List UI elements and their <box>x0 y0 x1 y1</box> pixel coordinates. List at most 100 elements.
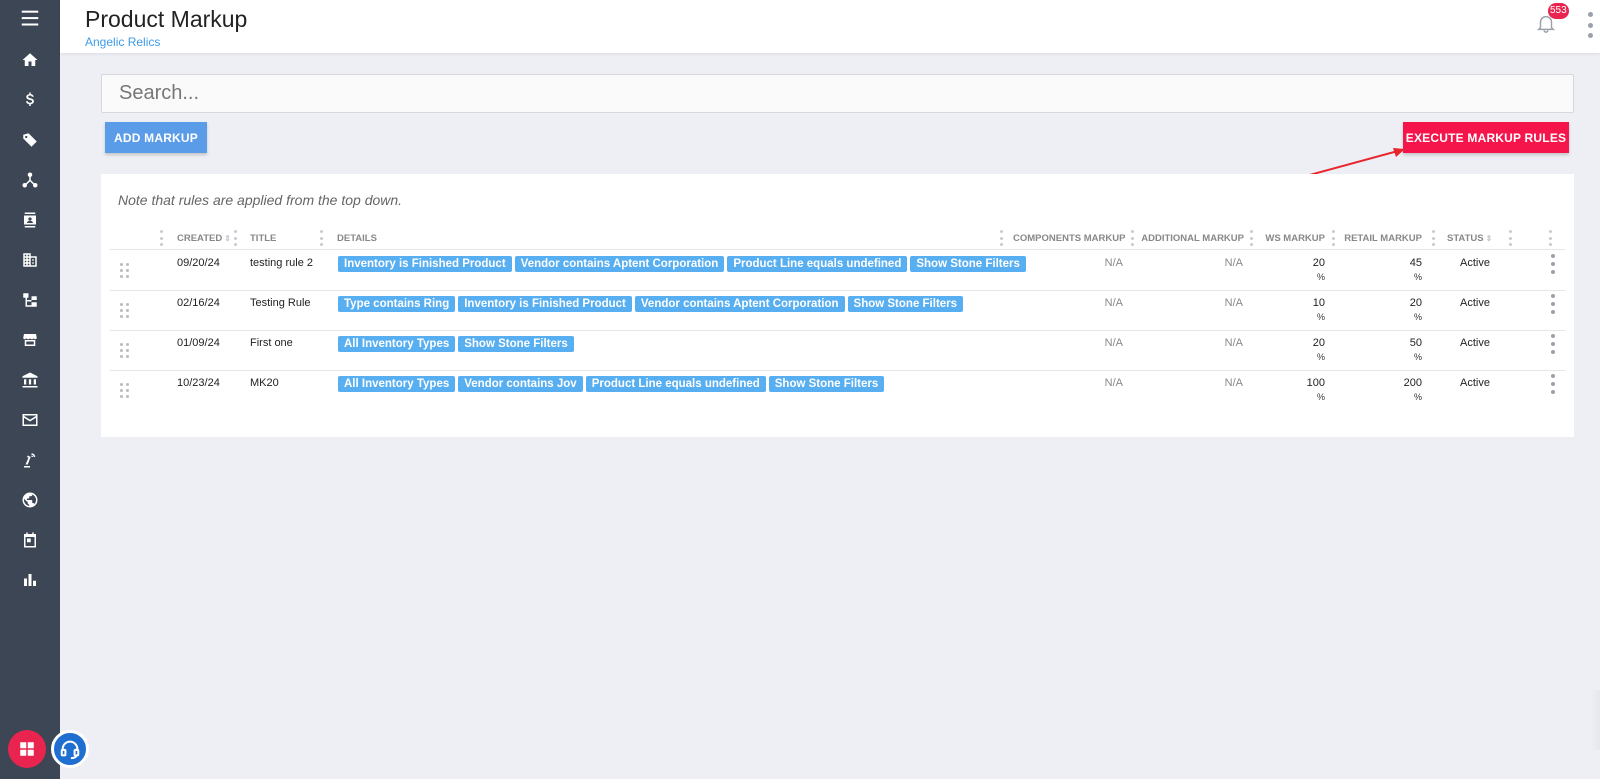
column-header-status[interactable]: STATUS ⇕ <box>1447 233 1492 244</box>
cell-components-markup: N/A <box>1104 337 1123 349</box>
cell-ws-markup: 20 <box>1312 337 1325 349</box>
row-menu-icon[interactable] <box>1548 374 1558 394</box>
column-resize-handle[interactable] <box>1131 230 1135 246</box>
rule-tag[interactable]: Show Stone Filters <box>910 256 1026 272</box>
column-header-components-markup[interactable]: COMPONENTS MARKUP <box>1013 233 1125 244</box>
search-input[interactable] <box>101 74 1574 113</box>
cell-additional-markup: N/A <box>1224 257 1243 269</box>
cell-details: All Inventory Types Vendor contains Jov … <box>338 376 885 392</box>
rule-tag[interactable]: Product Line equals undefined <box>585 376 766 392</box>
sort-icon: ⇕ <box>1485 233 1493 243</box>
building-icon[interactable] <box>0 245 60 275</box>
rule-tag[interactable]: All Inventory Types <box>338 336 456 352</box>
cell-created: 09/20/24 <box>177 257 220 269</box>
cell-title: Testing Rule <box>250 297 311 309</box>
rule-tag[interactable]: Show Stone Filters <box>847 296 964 312</box>
add-markup-button[interactable]: ADD MARKUP <box>105 122 207 153</box>
more-options-icon[interactable] <box>1580 10 1600 40</box>
calendar-icon[interactable] <box>0 525 60 555</box>
cell-details: All Inventory Types Show Stone Filters <box>338 336 574 352</box>
cell-retail-unit: % <box>1413 352 1422 362</box>
column-header-details[interactable]: DETAILS <box>337 233 377 244</box>
network-icon[interactable] <box>0 165 60 195</box>
rule-tag[interactable]: Inventory is Finished Product <box>458 296 632 312</box>
page-scroll-edge <box>1591 690 1600 750</box>
cell-title: MK20 <box>250 377 279 389</box>
drag-handle-icon[interactable] <box>120 343 130 358</box>
column-resize-handle[interactable] <box>1509 230 1513 246</box>
column-resize-handle[interactable] <box>160 230 164 246</box>
bar-chart-icon[interactable] <box>0 565 60 595</box>
cell-title: testing rule 2 <box>250 257 313 269</box>
column-resize-handle[interactable] <box>1250 230 1254 246</box>
column-header-retail-markup[interactable]: RETAIL MARKUP <box>1341 233 1422 244</box>
cell-details: Inventory is Finished Product Vendor con… <box>338 256 1026 272</box>
rule-tag[interactable]: Product Line equals undefined <box>727 256 908 272</box>
cell-created: 02/16/24 <box>177 297 220 309</box>
cell-additional-markup: N/A <box>1224 297 1243 309</box>
sidebar <box>0 0 60 779</box>
drag-handle-icon[interactable] <box>120 303 130 318</box>
apps-icon <box>20 742 34 756</box>
row-menu-icon[interactable] <box>1548 254 1558 274</box>
row-menu-icon[interactable] <box>1548 294 1558 314</box>
column-resize-handle[interactable] <box>1549 230 1553 246</box>
cell-retail-markup: 45 <box>1409 257 1422 269</box>
tags-icon[interactable] <box>0 125 60 155</box>
column-resize-handle[interactable] <box>1432 230 1436 246</box>
cell-title: First one <box>250 337 293 349</box>
cell-ws-unit: % <box>1316 392 1325 402</box>
column-resize-handle[interactable] <box>1000 230 1004 246</box>
rule-tag[interactable]: Inventory is Finished Product <box>338 256 512 272</box>
drag-handle-icon[interactable] <box>120 383 130 398</box>
markup-rules-table: Note that rules are applied from the top… <box>101 174 1574 437</box>
rule-tag[interactable]: Show Stone Filters <box>458 336 574 352</box>
cell-ws-unit: % <box>1316 272 1325 282</box>
column-resize-handle[interactable] <box>320 230 324 246</box>
mail-icon[interactable] <box>0 405 60 435</box>
column-header-created[interactable]: CREATED ⇕ <box>177 233 231 244</box>
column-header-additional-markup[interactable]: ADDITIONAL MARKUP <box>1137 233 1244 244</box>
cell-retail-unit: % <box>1413 392 1422 402</box>
apps-button[interactable] <box>8 730 46 768</box>
row-divider <box>110 249 1565 250</box>
cell-additional-markup: N/A <box>1224 337 1243 349</box>
drag-handle-icon[interactable] <box>120 263 130 278</box>
bank-icon[interactable] <box>0 365 60 395</box>
rule-tag[interactable]: Show Stone Filters <box>768 376 885 392</box>
globe-icon[interactable] <box>0 485 60 515</box>
rule-tag[interactable]: Vendor contains Aptent Corporation <box>634 296 845 312</box>
table-note: Note that rules are applied from the top… <box>118 192 403 208</box>
rule-tag[interactable]: Type contains Ring <box>338 296 456 312</box>
cell-ws-markup: 10 <box>1312 297 1325 309</box>
contacts-icon[interactable] <box>0 205 60 235</box>
column-header-title[interactable]: TITLE <box>250 233 276 244</box>
row-divider <box>110 290 1565 291</box>
top-header: Product Markup Angelic Relics 553 <box>60 0 1600 53</box>
cell-details: Type contains Ring Inventory is Finished… <box>338 296 964 312</box>
rule-tag[interactable]: Vendor contains Jov <box>458 376 583 392</box>
cell-components-markup: N/A <box>1104 257 1123 269</box>
home-icon[interactable] <box>0 45 60 75</box>
cell-retail-unit: % <box>1413 272 1422 282</box>
column-resize-handle[interactable] <box>234 230 238 246</box>
store-icon[interactable] <box>0 325 60 355</box>
dollar-icon[interactable] <box>0 85 60 115</box>
company-link[interactable]: Angelic Relics <box>85 35 160 49</box>
support-button[interactable] <box>51 730 89 768</box>
hierarchy-icon[interactable] <box>0 285 60 315</box>
column-resize-handle[interactable] <box>1332 230 1336 246</box>
cell-status: Active <box>1460 297 1490 309</box>
row-menu-icon[interactable] <box>1548 334 1558 354</box>
tools-icon[interactable] <box>0 445 60 475</box>
column-header-ws-markup[interactable]: WS MARKUP <box>1261 233 1325 244</box>
execute-markup-rules-button[interactable]: EXECUTE MARKUP RULES <box>1403 122 1569 153</box>
rule-tag[interactable]: Vendor contains Aptent Corporation <box>514 256 725 272</box>
rule-tag[interactable]: All Inventory Types <box>338 376 456 392</box>
page-title: Product Markup <box>85 6 248 32</box>
cell-retail-markup: 50 <box>1409 337 1422 349</box>
cell-created: 10/23/24 <box>177 377 220 389</box>
cell-ws-markup: 100 <box>1306 377 1325 389</box>
cell-retail-unit: % <box>1413 312 1422 322</box>
menu-icon[interactable] <box>0 3 60 33</box>
